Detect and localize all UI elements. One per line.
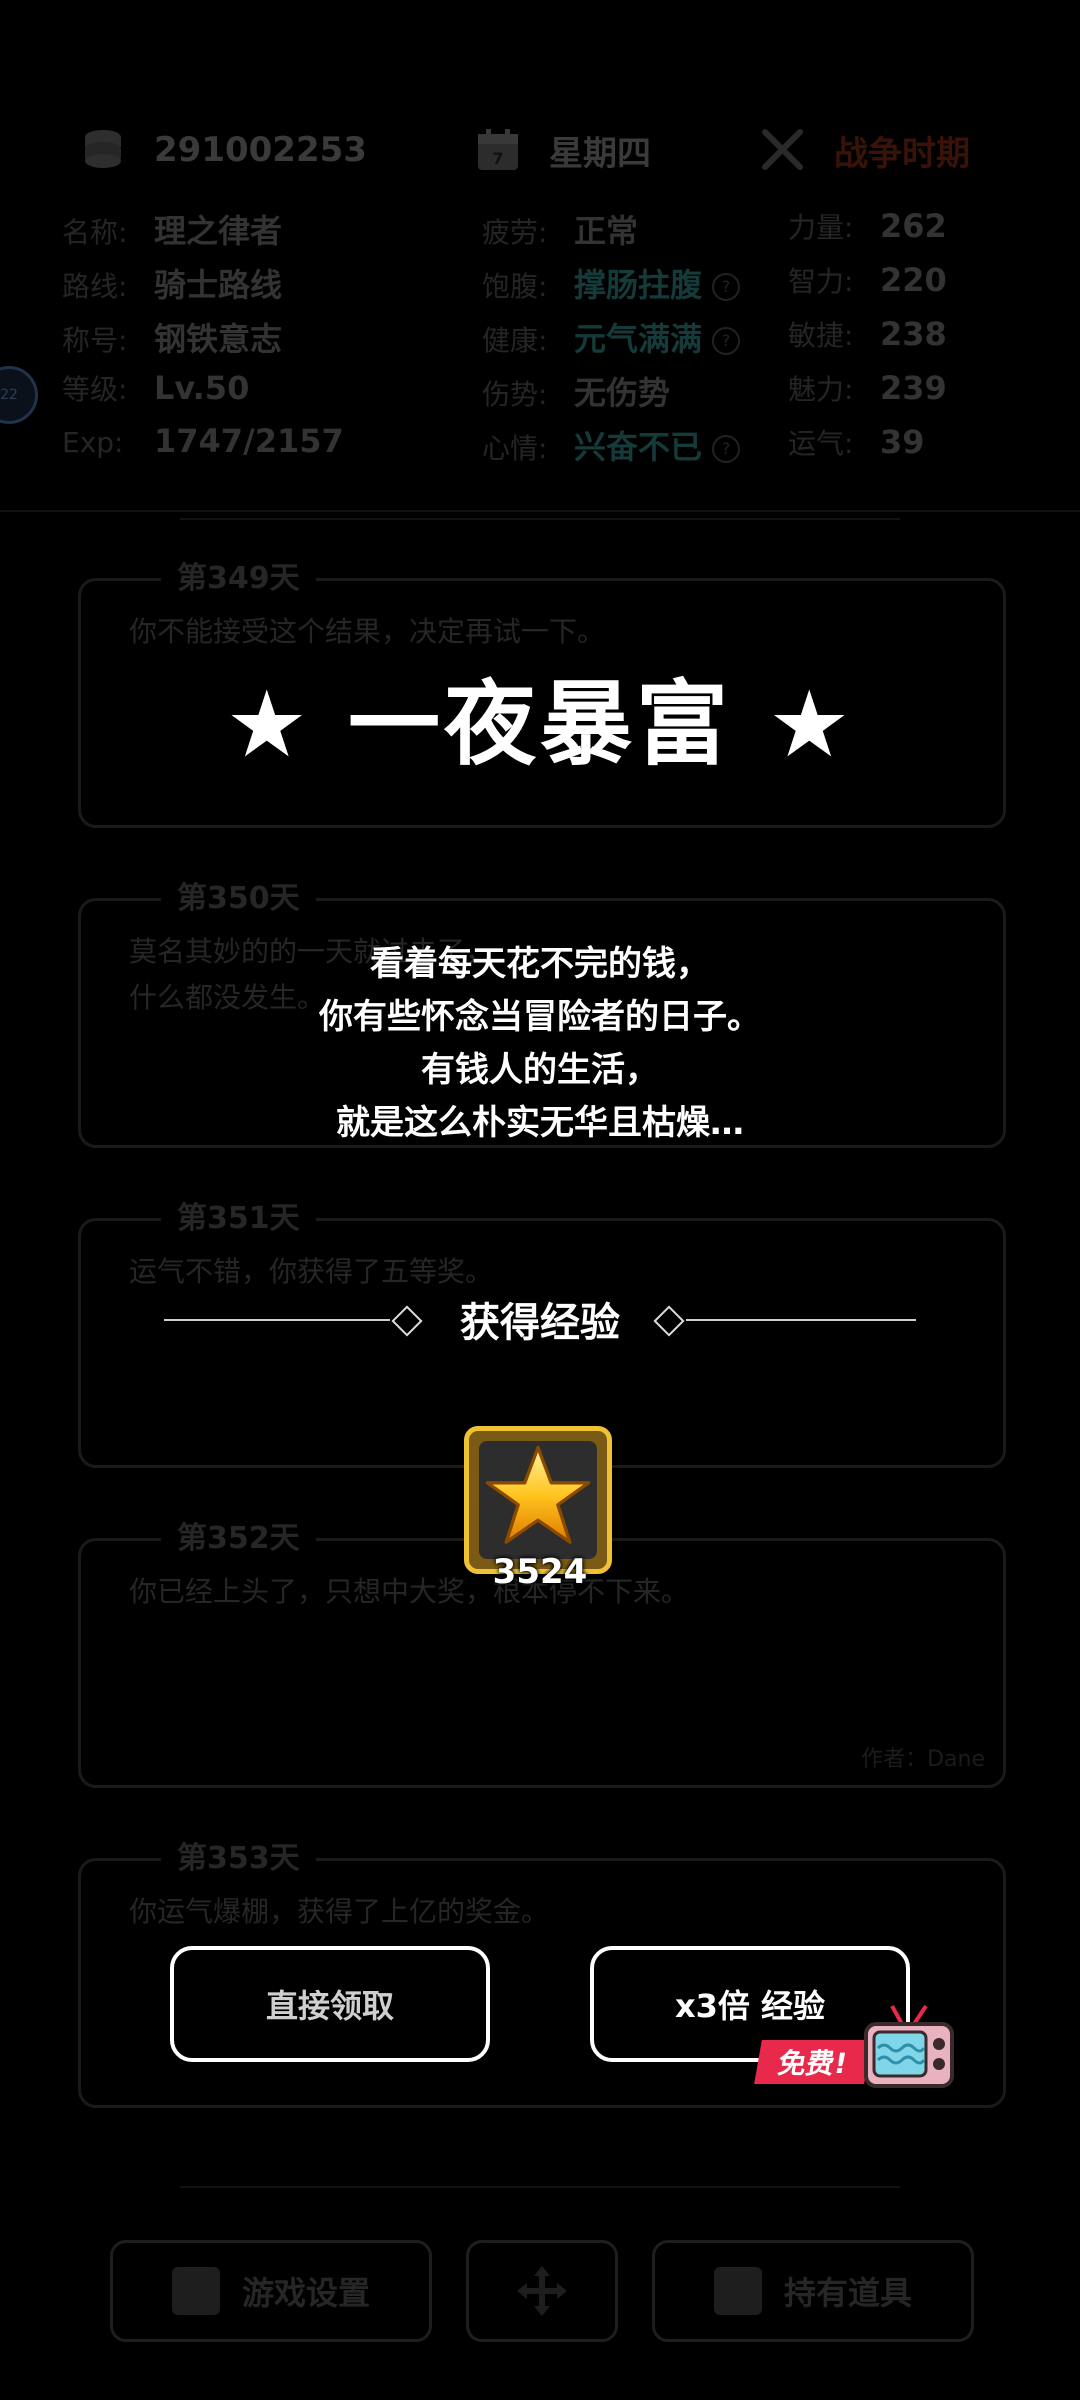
- exp-header: 获得经验: [0, 1290, 1080, 1350]
- stat-intellect: 智力: 220: [788, 261, 947, 299]
- log-day: 第352天: [161, 1513, 316, 1557]
- stat-health: 健康: 元气满满?: [482, 314, 741, 360]
- log-day: 第349天: [161, 553, 316, 597]
- star-icon: [485, 1445, 591, 1544]
- log-day: 第353天: [161, 1833, 316, 1877]
- event-story: 看着每天花不完的钱， 你有些怀念当冒险者的日子。 有钱人的生活， 就是这么朴实无…: [0, 938, 1080, 1150]
- inventory-button[interactable]: 持有道具: [652, 2240, 974, 2342]
- wrench-icon: [171, 2267, 220, 2315]
- log-day: 第351天: [161, 1193, 316, 1237]
- help-icon[interactable]: ?: [712, 273, 741, 301]
- crossed-swords-icon: [762, 129, 803, 170]
- weekday-display: 7 星期四: [475, 120, 651, 180]
- help-icon[interactable]: ?: [712, 327, 741, 355]
- move-button[interactable]: [466, 2240, 618, 2342]
- exp-header-line-right: [686, 1319, 916, 1321]
- help-icon[interactable]: ?: [712, 435, 741, 463]
- war-status: 战争时期: [760, 120, 970, 180]
- story-line: 你有些怀念当冒险者的日子。: [319, 997, 761, 1037]
- exp-amount: 3524: [492, 1552, 588, 1592]
- top-bar: 291002253 7 星期四 战争时期: [0, 90, 1080, 200]
- character-stats: 名称: 理之律者 路线: 骑士路线 称号: 钢铁意志 等级: Lv.50 Exp: 174…: [0, 200, 1080, 512]
- log-author: 作者：Dane: [861, 1747, 985, 1772]
- calendar-day-number: 7: [492, 149, 503, 168]
- tv-ad-icon: [864, 2004, 954, 2088]
- stat-name: 名称: 理之律者: [62, 212, 283, 250]
- coin-counter: 291002253: [80, 120, 367, 180]
- coin-stack-icon: [85, 130, 121, 168]
- divider: [180, 2186, 900, 2188]
- stat-injury: 伤势: 无伤势: [482, 374, 671, 412]
- bottom-nav: 游戏设置 持有道具: [0, 2240, 1080, 2350]
- stat-agility: 敏捷: 238: [788, 315, 947, 353]
- log-day: 第350天: [161, 873, 316, 917]
- divider: [180, 518, 900, 520]
- stat-satiety: 饱腹: 撑肠拄腹?: [482, 260, 741, 306]
- coin-value: 291002253: [154, 130, 367, 170]
- inventory-icon: [713, 2267, 762, 2315]
- weekday-label: 星期四: [549, 133, 651, 174]
- stat-mood: 心情: 兴奋不已?: [482, 422, 741, 468]
- exp-header-title: 获得经验: [460, 1300, 620, 1346]
- stat-exp: Exp: 1747/2157: [62, 422, 344, 460]
- claim-button[interactable]: 直接领取: [170, 1946, 490, 2062]
- stat-title: 称号: 钢铁意志: [62, 320, 283, 358]
- inventory-label: 持有道具: [783, 2274, 912, 2312]
- stat-luck: 运气: 39: [788, 423, 925, 461]
- settings-label: 游戏设置: [241, 2274, 370, 2312]
- story-line: 就是这么朴实无华且枯燥…: [336, 1103, 744, 1143]
- calendar-icon: 7: [478, 129, 518, 170]
- stat-route: 路线: 骑士路线: [62, 266, 283, 304]
- stat-charm: 魅力: 239: [788, 369, 947, 407]
- stat-level: 等级: Lv.50: [62, 369, 250, 407]
- free-badge: 免费!: [754, 2040, 872, 2084]
- log-text: 你运气爆棚，获得了上亿的奖金。: [129, 1895, 550, 1928]
- move-arrows-icon: [517, 2266, 567, 2316]
- log-text: 你不能接受这个结果，决定再试一下。: [129, 615, 606, 648]
- story-line: 看着每天花不完的钱，: [370, 944, 710, 984]
- settings-button[interactable]: 游戏设置: [110, 2240, 432, 2342]
- stat-strength: 力量: 262: [788, 207, 947, 245]
- log-text: 运气不错，你获得了五等奖。: [129, 1255, 494, 1288]
- event-title: ★ 一夜暴富 ★: [225, 671, 855, 778]
- story-line: 有钱人的生活，: [421, 1050, 659, 1090]
- stat-fatigue: 疲劳: 正常: [482, 212, 639, 250]
- war-status-label: 战争时期: [834, 133, 970, 174]
